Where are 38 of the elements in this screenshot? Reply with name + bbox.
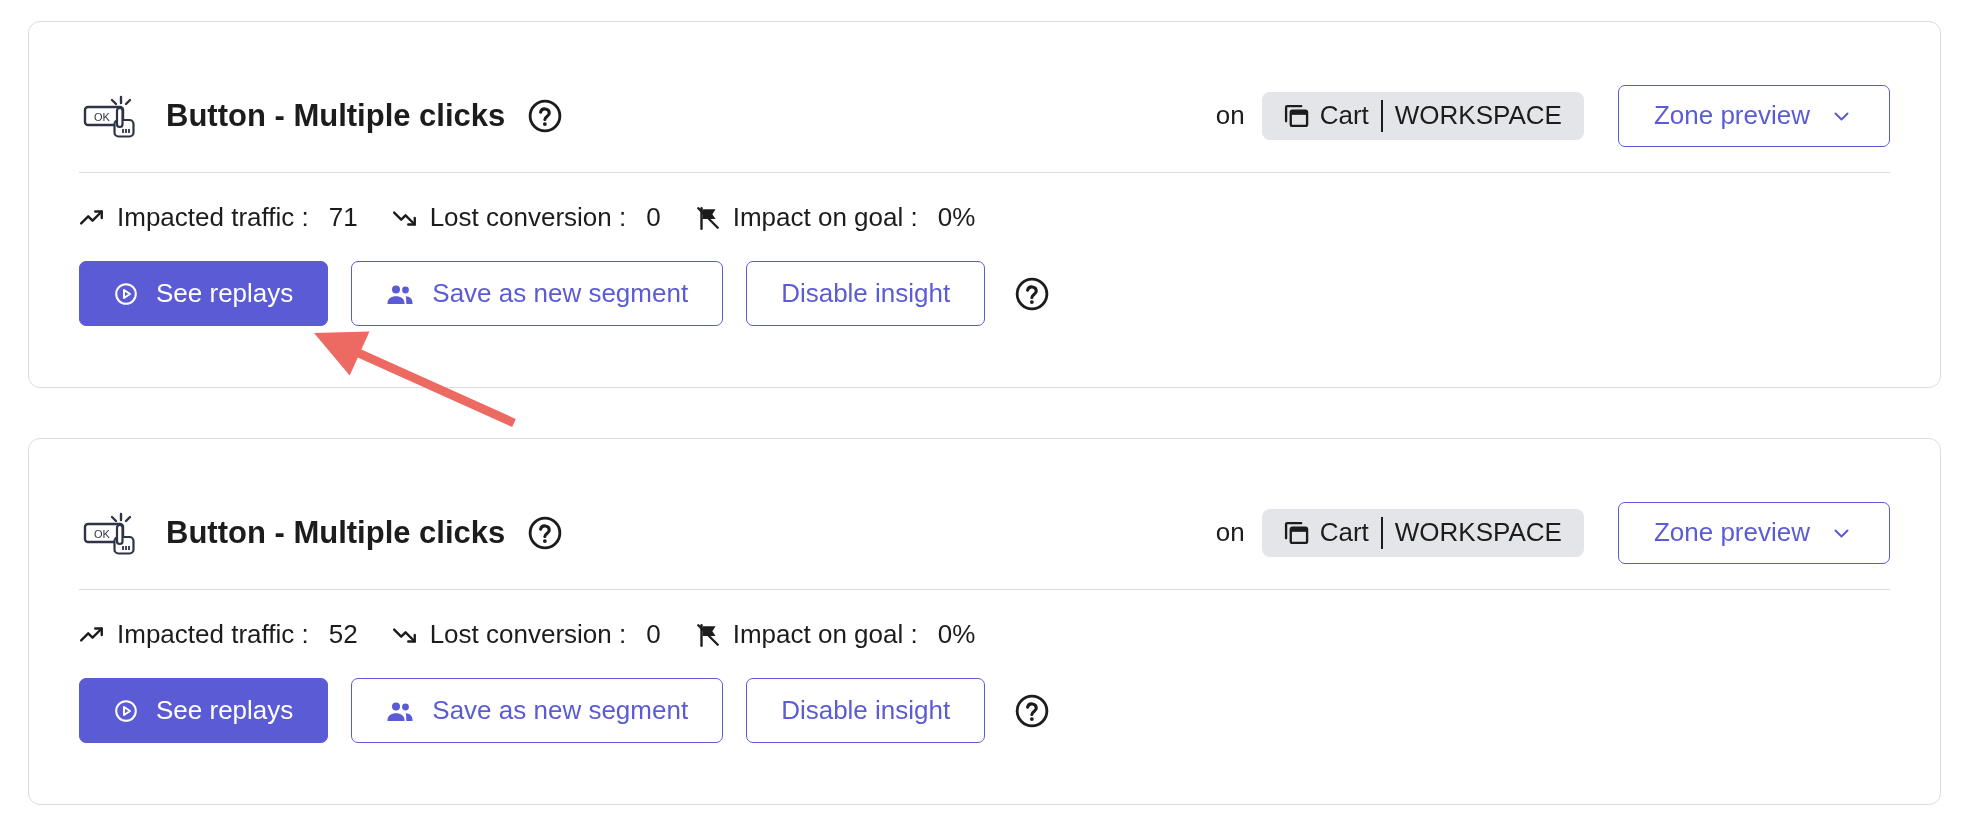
- save-segment-button[interactable]: Save as new segment: [351, 261, 724, 326]
- scope-name: WORKSPACE: [1394, 100, 1562, 132]
- disable-insight-button[interactable]: Disable insight: [746, 261, 986, 326]
- metric-value: 0%: [937, 202, 976, 234]
- metric-value: 71: [328, 202, 358, 234]
- page-name: Cart: [1319, 100, 1369, 132]
- zone-preview-button[interactable]: Zone preview: [1617, 502, 1890, 564]
- disable-insight-button[interactable]: Disable insight: [746, 678, 986, 743]
- insight-title: Button - Multiple clicks: [166, 514, 506, 552]
- see-replays-button[interactable]: See replays: [79, 678, 329, 743]
- metric-label: Impacted traffic :: [117, 619, 309, 651]
- on-label: on: [1215, 517, 1245, 549]
- metric-label: Impacted traffic :: [117, 202, 309, 234]
- see-replays-button[interactable]: See replays: [79, 261, 329, 326]
- metric-value: 0: [646, 619, 661, 651]
- metric-value: 0: [646, 202, 661, 234]
- help-icon[interactable]: [528, 516, 563, 550]
- save-segment-button[interactable]: Save as new segment: [351, 678, 724, 743]
- metric-label: Lost conversion :: [429, 202, 627, 234]
- metric-label: Lost conversion :: [429, 619, 627, 651]
- scope-name: WORKSPACE: [1394, 517, 1562, 549]
- chevron-down-icon: [1834, 111, 1849, 121]
- insight-title: Button - Multiple clicks: [166, 97, 506, 135]
- chevron-down-icon: [1834, 528, 1849, 538]
- play-circle-icon: [114, 698, 138, 723]
- help-icon[interactable]: [1015, 276, 1050, 311]
- on-label: on: [1215, 100, 1245, 132]
- zone-preview-button[interactable]: Zone preview: [1617, 85, 1890, 147]
- help-icon[interactable]: [1015, 693, 1050, 728]
- play-circle-icon: [114, 281, 138, 306]
- metric-value: 0%: [937, 619, 976, 651]
- metric-value: 52: [328, 619, 358, 651]
- flag-off-icon: [694, 205, 721, 231]
- metric-label: Impact on goal :: [732, 202, 918, 234]
- flag-off-icon: [694, 622, 721, 648]
- metric-label: Impact on goal :: [732, 619, 918, 651]
- help-icon[interactable]: [528, 99, 563, 133]
- page-name: Cart: [1319, 517, 1369, 549]
